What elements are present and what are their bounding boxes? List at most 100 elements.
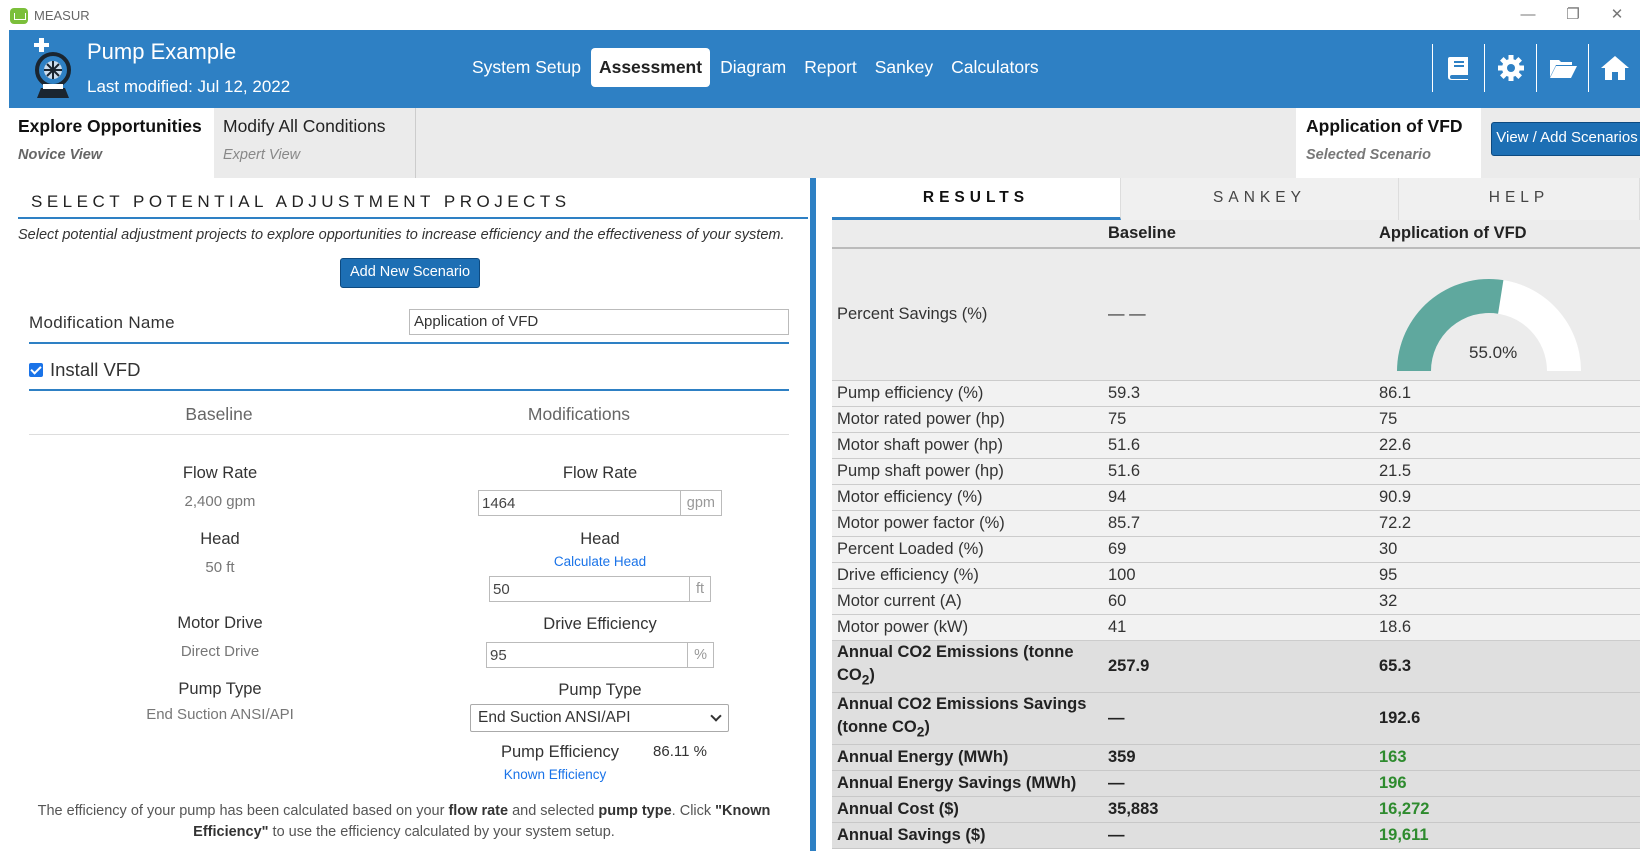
results-tabs: RESULTS SANKEY HELP [832,178,1640,220]
mod-pump-type-label: Pump Type [558,681,642,699]
view-add-scenarios-button[interactable]: View / Add Scenarios [1491,122,1640,156]
mod-flow-rate-value[interactable]: 1464 [479,491,680,515]
percent-savings-value: 55.0% [1469,343,1518,363]
row-baseline: 85.7 [1103,510,1374,537]
table-row: Motor rated power (hp) 75 75 [832,406,1640,433]
co2-savings-row: Annual CO2 Emissions Savings (tonne CO2)… [832,692,1640,745]
baseline-flow-rate-value: 2,400 gpm [184,493,256,510]
annual-energy-savings-modified: 196 [1374,770,1640,797]
calculate-head-link[interactable]: Calculate Head [500,554,700,569]
tab-results[interactable]: RESULTS [832,178,1121,220]
header-icons [1432,44,1640,92]
row-modified: 86.1 [1374,380,1640,407]
mod-head-input[interactable]: 50 ft [489,576,711,602]
chevron-down-icon [710,710,722,722]
modification-name-label: Modification Name [29,313,175,332]
row-label: Motor power (kW) [832,614,1103,641]
modify-title: Modify All Conditions [223,116,386,136]
annual-savings-baseline: — [1103,822,1374,849]
tab-help[interactable]: HELP [1399,178,1640,220]
annual-energy-modified: 163 [1374,744,1640,771]
mod-head-value[interactable]: 50 [490,577,689,601]
co2-emissions-row: Annual CO2 Emissions (tonne CO2) 257.9 6… [832,640,1640,693]
nav-diagram[interactable]: Diagram [712,48,794,87]
panel-divider[interactable] [810,178,816,851]
table-row: Motor shaft power (hp) 51.6 22.6 [832,432,1640,459]
mod-drive-efficiency-input[interactable]: 95 % [486,642,714,668]
book-icon[interactable] [1432,44,1484,92]
note-text: . Click [671,803,716,819]
row-modified: 22.6 [1374,432,1640,459]
nav-report[interactable]: Report [796,48,865,87]
tab-explore-opportunities[interactable]: Explore Opportunities Novice View [9,108,214,178]
table-row: Motor efficiency (%) 94 90.9 [832,484,1640,511]
row-label: Motor power factor (%) [832,510,1103,537]
table-header-baseline: Baseline [1103,220,1374,249]
tab-sankey[interactable]: SANKEY [1121,178,1399,220]
project-title: Pump Example [87,39,237,64]
co2-savings-modified: 192.6 [1374,692,1640,745]
percent-savings-row: Percent Savings (%) — — 55.0% [832,248,1640,381]
row-modified: 90.9 [1374,484,1640,511]
last-modified: Last modified: Jul 12, 2022 [87,77,291,96]
modify-subtitle: Expert View [223,147,301,163]
note-text: The efficiency of your pump has been cal… [37,803,449,819]
row-modified: 30 [1374,536,1640,563]
restore-button[interactable]: ❐ [1558,4,1588,26]
mod-drive-efficiency-label: Drive Efficiency [543,615,657,633]
row-modified: 18.6 [1374,614,1640,641]
install-vfd-label: Install VFD [50,359,141,380]
selected-scenario-subtitle: Selected Scenario [1306,147,1431,163]
modification-name-input[interactable]: Application of VFD [409,309,789,335]
row-label: Motor current (A) [832,588,1103,615]
mod-drive-efficiency-unit: % [687,643,713,667]
explore-title: Explore Opportunities [18,116,202,136]
home-icon[interactable] [1588,44,1640,92]
baseline-column-header: Baseline [185,404,253,424]
row-label: Percent Loaded (%) [832,536,1103,563]
known-efficiency-link[interactable]: Known Efficiency [480,767,630,782]
percent-savings-label: Percent Savings (%) [832,248,1103,381]
add-new-scenario-button[interactable]: Add New Scenario [340,258,480,288]
close-button[interactable]: ✕ [1602,4,1632,26]
row-baseline: 75 [1103,406,1374,433]
annual-cost-row: Annual Cost ($) 35,883 16,272 [832,796,1640,823]
table-row: Percent Loaded (%) 69 30 [832,536,1640,563]
annual-energy-savings-row: Annual Energy Savings (MWh) — 196 [832,770,1640,797]
mod-pump-type-select[interactable]: End Suction ANSI/API [470,704,729,732]
annual-energy-savings-baseline: — [1103,770,1374,797]
table-row: Pump efficiency (%) 59.3 86.1 [832,380,1640,407]
table-row: Motor power factor (%) 85.7 72.2 [832,510,1640,537]
mod-drive-efficiency-value[interactable]: 95 [487,643,687,667]
nav-calculators[interactable]: Calculators [943,48,1047,87]
window-title: MEASUR [34,8,90,23]
annual-energy-label: Annual Energy (MWh) [832,744,1103,771]
section-description: Select potential adjustment projects to … [18,227,785,243]
table-row: Pump shaft power (hp) 51.6 21.5 [832,458,1640,485]
pump-icon [34,38,71,98]
row-baseline: 51.6 [1103,458,1374,485]
note-text: and selected [508,803,599,819]
table-row: Motor current (A) 60 32 [832,588,1640,615]
co2-savings-label: Annual CO2 Emissions Savings (tonne CO2) [832,692,1103,745]
app-header: Pump Example Last modified: Jul 12, 2022… [9,30,1640,108]
tab-modify-all-conditions[interactable]: Modify All Conditions Expert View [214,108,416,178]
nav-assessment[interactable]: Assessment [590,48,711,87]
selected-scenario-title: Application of VFD [1306,116,1463,136]
mod-flow-rate-input[interactable]: 1464 gpm [478,490,722,516]
gear-icon[interactable] [1484,44,1536,92]
install-vfd-checkbox[interactable] [29,363,43,377]
minimize-button[interactable]: — [1513,4,1543,26]
nav-sankey[interactable]: Sankey [867,48,941,87]
row-baseline: 59.3 [1103,380,1374,407]
annual-savings-modified: 19,611 [1374,822,1640,849]
folder-open-icon[interactable] [1536,44,1588,92]
baseline-pump-type-value: End Suction ANSI/API [146,706,294,723]
row-baseline: 51.6 [1103,432,1374,459]
mod-flow-rate-unit: gpm [679,491,721,515]
annual-energy-savings-label: Annual Energy Savings (MWh) [832,770,1103,797]
nav-system-setup[interactable]: System Setup [464,48,589,87]
install-vfd-row[interactable]: Install VFD [29,359,140,381]
row-baseline: 60 [1103,588,1374,615]
percent-savings-gauge-cell: 55.0% [1374,248,1640,381]
